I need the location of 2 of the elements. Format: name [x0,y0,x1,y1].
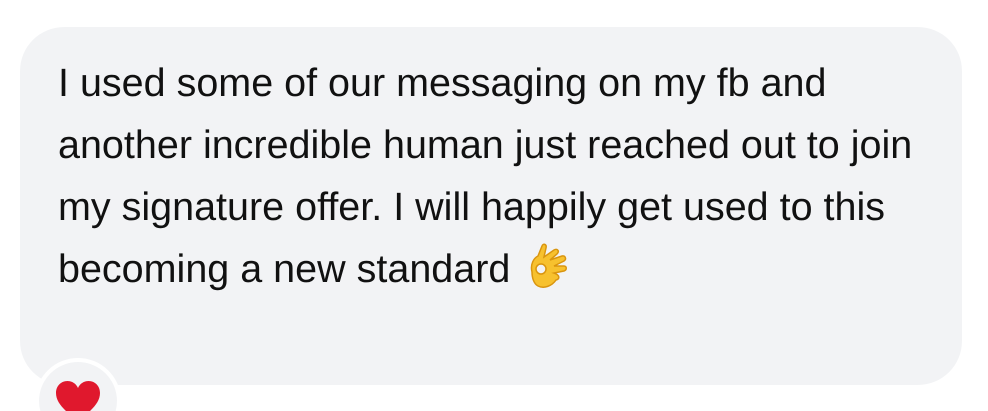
message-text: I used some of our messaging on my fb and another incredible human just reached out to join my signature offer. I will happily get used to this becoming a new standard [58,60,914,293]
heart-icon [55,380,101,411]
